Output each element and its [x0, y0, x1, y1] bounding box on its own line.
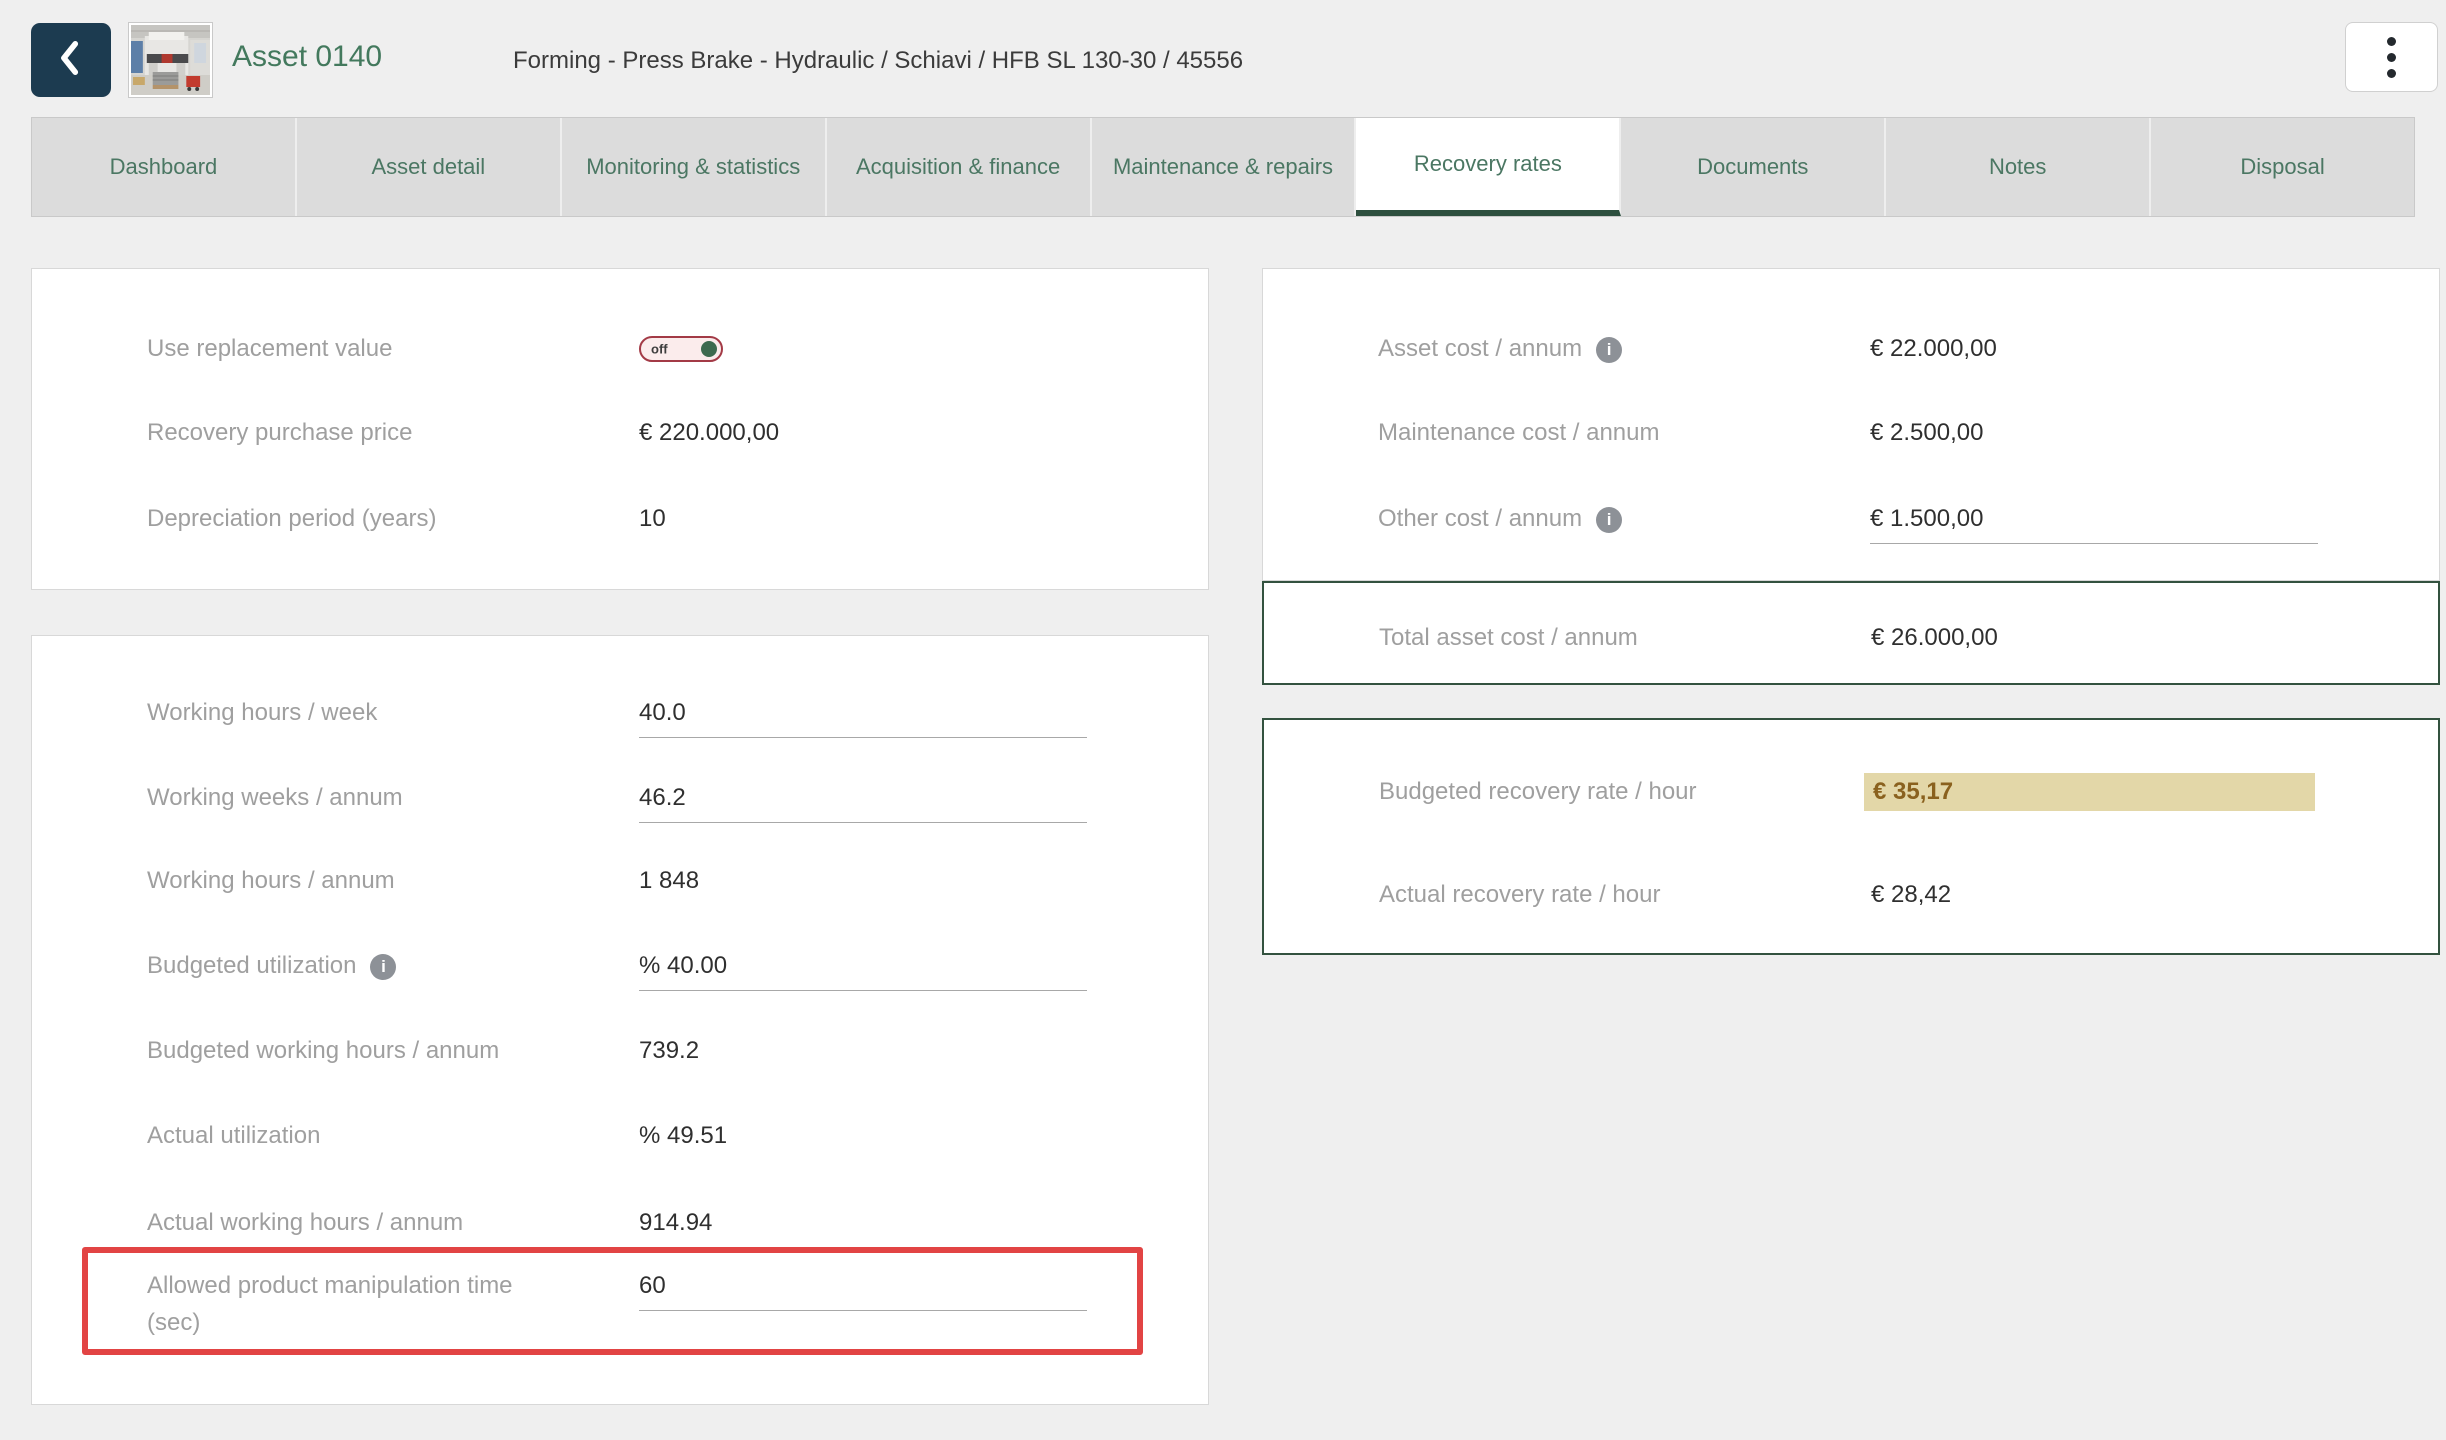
working-hours-annum-value: 1 848: [639, 866, 699, 896]
asset-thumbnail: [128, 22, 213, 98]
field-label: Use replacement value: [147, 334, 392, 364]
field-label: Working weeks / annum: [147, 783, 403, 813]
field-label: Allowed product manipulation time (sec): [147, 1271, 513, 1338]
allowed-manipulation-time-input[interactable]: 60: [639, 1271, 1087, 1311]
field-row-actual-utilization: Actual utilization % 49.51: [32, 1121, 1208, 1161]
field-row-other-cost: Other cost / annumi € 1.500,00: [1263, 504, 2439, 544]
field-label: Maintenance cost / annum: [1378, 418, 1660, 448]
tab-dashboard[interactable]: Dashboard: [32, 118, 297, 216]
field-row-use-replacement-value: Use replacement value off: [32, 334, 1208, 374]
field-row-working-hours-week: Working hours / week 40.0: [32, 698, 1208, 738]
kebab-icon: [2387, 37, 2396, 78]
asset-cost-card: Asset cost / annumi € 22.000,00 Maintena…: [1262, 268, 2440, 581]
field-row-working-weeks-annum: Working weeks / annum 46.2: [32, 783, 1208, 823]
asset-photo: [131, 25, 210, 95]
tab-recovery-rates[interactable]: Recovery rates: [1356, 118, 1621, 216]
field-label: Other cost / annumi: [1378, 504, 1622, 534]
field-row-maintenance-cost: Maintenance cost / annum € 2.500,00: [1263, 418, 2439, 458]
tab-acquisition-finance[interactable]: Acquisition & finance: [827, 118, 1092, 216]
field-row-actual-working-hours: Actual working hours / annum 914.94: [32, 1208, 1208, 1248]
recovery-rates-box: Budgeted recovery rate / hour € 35,17 Ac…: [1262, 718, 2440, 955]
total-asset-cost-value: € 26.000,00: [1871, 623, 1998, 653]
info-icon[interactable]: i: [1596, 507, 1622, 533]
field-label: Actual working hours / annum: [147, 1208, 463, 1238]
depreciation-period-value: 10: [639, 504, 666, 534]
page-subtitle: Forming - Press Brake - Hydraulic / Schi…: [513, 47, 1243, 75]
field-label: Recovery purchase price: [147, 418, 412, 448]
field-row-budgeted-recovery-rate: Budgeted recovery rate / hour € 35,17: [1264, 777, 2438, 817]
field-label: Budgeted utilizationi: [147, 951, 396, 981]
actual-recovery-rate-value: € 28,42: [1871, 880, 1951, 910]
field-label: Budgeted recovery rate / hour: [1379, 777, 1697, 807]
tab-bar: Dashboard Asset detail Monitoring & stat…: [31, 117, 2415, 217]
tab-disposal[interactable]: Disposal: [2151, 118, 2414, 216]
back-button[interactable]: [31, 23, 111, 97]
tab-monitoring-statistics[interactable]: Monitoring & statistics: [562, 118, 827, 216]
chevron-left-icon: [54, 38, 88, 83]
field-label: Actual utilization: [147, 1121, 320, 1151]
replacement-value-card: Use replacement value off Recovery purch…: [31, 268, 1209, 590]
toggle-state-label: off: [651, 342, 668, 357]
field-row-total-asset-cost: Total asset cost / annum € 26.000,00: [1264, 623, 2438, 663]
maintenance-cost-value: € 2.500,00: [1870, 418, 1983, 448]
recovery-purchase-price-value: € 220.000,00: [639, 418, 779, 448]
field-row-asset-cost: Asset cost / annumi € 22.000,00: [1263, 334, 2439, 374]
toggle-knob: [701, 341, 717, 357]
field-label: Depreciation period (years): [147, 504, 436, 534]
tab-documents[interactable]: Documents: [1621, 118, 1886, 216]
field-row-recovery-purchase-price: Recovery purchase price € 220.000,00: [32, 418, 1208, 458]
page-title: Asset 0140: [232, 40, 382, 74]
tab-maintenance-repairs[interactable]: Maintenance & repairs: [1092, 118, 1357, 216]
asset-cost-value: € 22.000,00: [1870, 334, 1997, 364]
other-cost-input[interactable]: € 1.500,00: [1870, 504, 2318, 544]
field-row-allowed-manipulation-time: Allowed product manipulation time (sec) …: [32, 1271, 1208, 1351]
field-row-budgeted-working-hours: Budgeted working hours / annum 739.2: [32, 1036, 1208, 1076]
tab-notes[interactable]: Notes: [1886, 118, 2151, 216]
field-label: Working hours / week: [147, 698, 377, 728]
field-row-budgeted-utilization: Budgeted utilizationi % 40.00: [32, 951, 1208, 991]
asset-detail-page: Asset 0140 Forming - Press Brake - Hydra…: [0, 0, 2446, 1440]
field-row-working-hours-annum: Working hours / annum 1 848: [32, 866, 1208, 906]
info-icon[interactable]: i: [1596, 337, 1622, 363]
tab-asset-detail[interactable]: Asset detail: [297, 118, 562, 216]
field-label: Budgeted working hours / annum: [147, 1036, 499, 1066]
field-row-depreciation-period: Depreciation period (years) 10: [32, 504, 1208, 544]
budgeted-utilization-input[interactable]: % 40.00: [639, 951, 1087, 991]
actual-working-hours-value: 914.94: [639, 1208, 712, 1238]
field-label: Working hours / annum: [147, 866, 395, 896]
field-label: Actual recovery rate / hour: [1379, 880, 1660, 910]
budgeted-recovery-rate-value: € 35,17: [1864, 773, 2315, 811]
working-hours-week-input[interactable]: 40.0: [639, 698, 1087, 738]
budgeted-working-hours-value: 739.2: [639, 1036, 699, 1066]
field-row-actual-recovery-rate: Actual recovery rate / hour € 28,42: [1264, 880, 2438, 920]
total-asset-cost-box: Total asset cost / annum € 26.000,00: [1262, 581, 2440, 685]
info-icon[interactable]: i: [370, 954, 396, 980]
field-label: Total asset cost / annum: [1379, 623, 1638, 653]
more-options-button[interactable]: [2345, 22, 2438, 92]
working-hours-card: Working hours / week 40.0 Working weeks …: [31, 635, 1209, 1405]
actual-utilization-value: % 49.51: [639, 1121, 727, 1151]
use-replacement-value-toggle[interactable]: off: [639, 336, 723, 362]
field-label: Asset cost / annumi: [1378, 334, 1622, 364]
working-weeks-annum-input[interactable]: 46.2: [639, 783, 1087, 823]
